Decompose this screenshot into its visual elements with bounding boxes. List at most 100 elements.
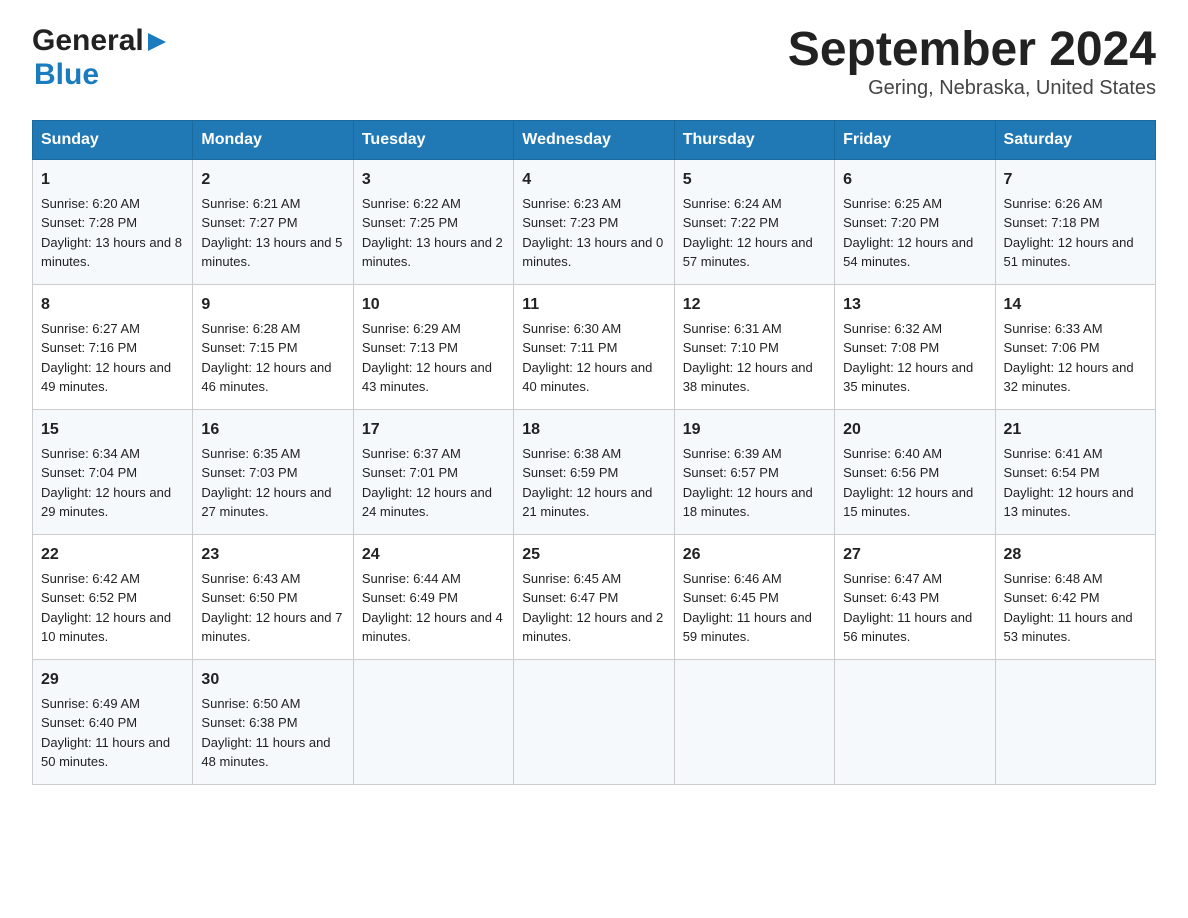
day-info: Sunrise: 6:23 AMSunset: 7:23 PMDaylight:… — [522, 196, 663, 270]
day-info: Sunrise: 6:44 AMSunset: 6:49 PMDaylight:… — [362, 571, 503, 645]
header-row: SundayMondayTuesdayWednesdayThursdayFrid… — [33, 120, 1156, 159]
day-header-tuesday: Tuesday — [353, 120, 513, 159]
day-number: 21 — [1004, 418, 1147, 442]
day-number: 30 — [201, 668, 344, 692]
calendar-cell: 7 Sunrise: 6:26 AMSunset: 7:18 PMDaylight… — [995, 159, 1155, 284]
calendar-cell: 27 Sunrise: 6:47 AMSunset: 6:43 PMDayligh… — [835, 534, 995, 659]
day-info: Sunrise: 6:29 AMSunset: 7:13 PMDaylight:… — [362, 321, 492, 395]
week-row-1: 1 Sunrise: 6:20 AMSunset: 7:28 PMDaylight… — [33, 159, 1156, 284]
calendar-cell: 28Sunrise: 6:48 AMSunset: 6:42 PMDayligh… — [995, 534, 1155, 659]
calendar-cell: 13 Sunrise: 6:32 AMSunset: 7:08 PMDayligh… — [835, 284, 995, 409]
day-number: 9 — [201, 293, 344, 317]
calendar-cell: 16 Sunrise: 6:35 AMSunset: 7:03 PMDayligh… — [193, 409, 353, 534]
day-header-thursday: Thursday — [674, 120, 834, 159]
day-info: Sunrise: 6:32 AMSunset: 7:08 PMDaylight:… — [843, 321, 973, 395]
day-info: Sunrise: 6:42 AMSunset: 6:52 PMDaylight:… — [41, 571, 171, 645]
calendar-cell — [674, 659, 834, 784]
day-number: 12 — [683, 293, 826, 317]
day-number: 19 — [683, 418, 826, 442]
calendar-cell: 17Sunrise: 6:37 AMSunset: 7:01 PMDayligh… — [353, 409, 513, 534]
day-number: 11 — [522, 293, 665, 317]
calendar-cell: 6 Sunrise: 6:25 AMSunset: 7:20 PMDaylight… — [835, 159, 995, 284]
logo-blue-text: Blue — [34, 58, 99, 92]
day-number: 7 — [1004, 168, 1147, 192]
day-header-sunday: Sunday — [33, 120, 193, 159]
week-row-5: 29Sunrise: 6:49 AMSunset: 6:40 PMDayligh… — [33, 659, 1156, 784]
calendar-cell — [353, 659, 513, 784]
day-info: Sunrise: 6:21 AMSunset: 7:27 PMDaylight:… — [201, 196, 342, 270]
day-number: 4 — [522, 168, 665, 192]
calendar-cell: 3Sunrise: 6:22 AMSunset: 7:25 PMDaylight… — [353, 159, 513, 284]
day-number: 1 — [41, 168, 184, 192]
logo-general-text: General — [32, 24, 144, 58]
day-number: 24 — [362, 543, 505, 567]
logo: General Blue — [32, 24, 168, 92]
calendar-cell: 18Sunrise: 6:38 AMSunset: 6:59 PMDayligh… — [514, 409, 674, 534]
day-info: Sunrise: 6:33 AMSunset: 7:06 PMDaylight:… — [1004, 321, 1134, 395]
day-number: 20 — [843, 418, 986, 442]
day-info: Sunrise: 6:20 AMSunset: 7:28 PMDaylight:… — [41, 196, 182, 270]
day-number: 18 — [522, 418, 665, 442]
title-block: September 2024 Gering, Nebraska, United … — [788, 24, 1156, 100]
calendar-cell: 24 Sunrise: 6:44 AMSunset: 6:49 PMDayligh… — [353, 534, 513, 659]
day-info: Sunrise: 6:50 AMSunset: 6:38 PMDaylight:… — [201, 696, 330, 770]
day-info: Sunrise: 6:30 AMSunset: 7:11 PMDaylight:… — [522, 321, 652, 395]
day-info: Sunrise: 6:28 AMSunset: 7:15 PMDaylight:… — [201, 321, 331, 395]
week-row-4: 22Sunrise: 6:42 AMSunset: 6:52 PMDayligh… — [33, 534, 1156, 659]
day-info: Sunrise: 6:48 AMSunset: 6:42 PMDaylight:… — [1004, 571, 1133, 645]
day-info: Sunrise: 6:35 AMSunset: 7:03 PMDaylight:… — [201, 446, 331, 520]
calendar-cell: 19 Sunrise: 6:39 AMSunset: 6:57 PMDayligh… — [674, 409, 834, 534]
day-number: 10 — [362, 293, 505, 317]
day-number: 13 — [843, 293, 986, 317]
day-header-wednesday: Wednesday — [514, 120, 674, 159]
calendar-cell — [514, 659, 674, 784]
day-info: Sunrise: 6:39 AMSunset: 6:57 PMDaylight:… — [683, 446, 813, 520]
calendar-cell: 4 Sunrise: 6:23 AMSunset: 7:23 PMDaylight… — [514, 159, 674, 284]
day-header-friday: Friday — [835, 120, 995, 159]
calendar-title: September 2024 — [788, 24, 1156, 77]
day-info: Sunrise: 6:26 AMSunset: 7:18 PMDaylight:… — [1004, 196, 1134, 270]
week-row-2: 8 Sunrise: 6:27 AMSunset: 7:16 PMDaylight… — [33, 284, 1156, 409]
day-number: 29 — [41, 668, 184, 692]
calendar-subtitle: Gering, Nebraska, United States — [788, 77, 1156, 100]
day-number: 15 — [41, 418, 184, 442]
day-number: 25 — [522, 543, 665, 567]
day-header-monday: Monday — [193, 120, 353, 159]
day-number: 6 — [843, 168, 986, 192]
day-info: Sunrise: 6:25 AMSunset: 7:20 PMDaylight:… — [843, 196, 973, 270]
day-info: Sunrise: 6:31 AMSunset: 7:10 PMDaylight:… — [683, 321, 813, 395]
calendar-cell — [995, 659, 1155, 784]
day-info: Sunrise: 6:46 AMSunset: 6:45 PMDaylight:… — [683, 571, 812, 645]
day-number: 8 — [41, 293, 184, 317]
week-row-3: 15Sunrise: 6:34 AMSunset: 7:04 PMDayligh… — [33, 409, 1156, 534]
calendar-cell: 8 Sunrise: 6:27 AMSunset: 7:16 PMDaylight… — [33, 284, 193, 409]
calendar-cell: 29Sunrise: 6:49 AMSunset: 6:40 PMDayligh… — [33, 659, 193, 784]
calendar-cell: 23 Sunrise: 6:43 AMSunset: 6:50 PMDayligh… — [193, 534, 353, 659]
calendar-cell: 25 Sunrise: 6:45 AMSunset: 6:47 PMDayligh… — [514, 534, 674, 659]
day-number: 2 — [201, 168, 344, 192]
day-info: Sunrise: 6:27 AMSunset: 7:16 PMDaylight:… — [41, 321, 171, 395]
calendar-cell: 10 Sunrise: 6:29 AMSunset: 7:13 PMDayligh… — [353, 284, 513, 409]
calendar-cell: 5Sunrise: 6:24 AMSunset: 7:22 PMDaylight… — [674, 159, 834, 284]
calendar-cell: 20Sunrise: 6:40 AMSunset: 6:56 PMDayligh… — [835, 409, 995, 534]
day-info: Sunrise: 6:45 AMSunset: 6:47 PMDaylight:… — [522, 571, 663, 645]
calendar-cell: 30 Sunrise: 6:50 AMSunset: 6:38 PMDayligh… — [193, 659, 353, 784]
calendar-cell: 22Sunrise: 6:42 AMSunset: 6:52 PMDayligh… — [33, 534, 193, 659]
calendar-cell — [835, 659, 995, 784]
day-number: 16 — [201, 418, 344, 442]
calendar-cell: 2 Sunrise: 6:21 AMSunset: 7:27 PMDaylight… — [193, 159, 353, 284]
calendar-cell: 1 Sunrise: 6:20 AMSunset: 7:28 PMDaylight… — [33, 159, 193, 284]
calendar-cell: 12 Sunrise: 6:31 AMSunset: 7:10 PMDayligh… — [674, 284, 834, 409]
day-info: Sunrise: 6:47 AMSunset: 6:43 PMDaylight:… — [843, 571, 972, 645]
calendar-cell: 9 Sunrise: 6:28 AMSunset: 7:15 PMDaylight… — [193, 284, 353, 409]
day-info: Sunrise: 6:37 AMSunset: 7:01 PMDaylight:… — [362, 446, 492, 520]
day-info: Sunrise: 6:43 AMSunset: 6:50 PMDaylight:… — [201, 571, 342, 645]
day-header-saturday: Saturday — [995, 120, 1155, 159]
day-number: 23 — [201, 543, 344, 567]
calendar-table: SundayMondayTuesdayWednesdayThursdayFrid… — [32, 120, 1156, 785]
day-number: 27 — [843, 543, 986, 567]
calendar-cell: 14 Sunrise: 6:33 AMSunset: 7:06 PMDayligh… — [995, 284, 1155, 409]
day-info: Sunrise: 6:22 AMSunset: 7:25 PMDaylight:… — [362, 196, 503, 270]
day-number: 14 — [1004, 293, 1147, 317]
day-info: Sunrise: 6:41 AMSunset: 6:54 PMDaylight:… — [1004, 446, 1134, 520]
